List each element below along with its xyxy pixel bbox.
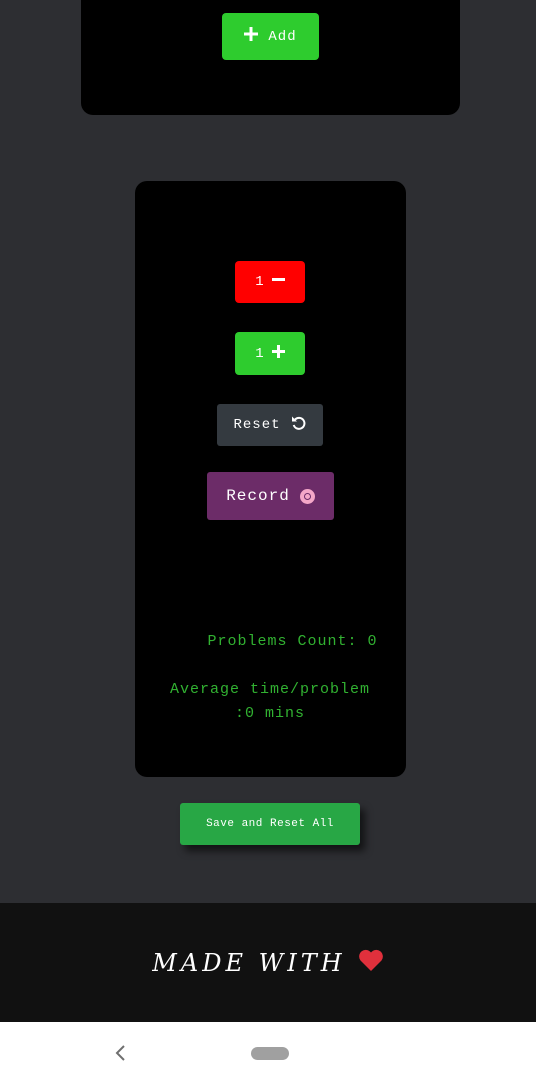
increment-button[interactable]: 1	[235, 332, 305, 375]
decrement-button[interactable]: 1	[235, 261, 305, 303]
reset-label: Reset	[233, 417, 281, 433]
plus-icon	[244, 27, 259, 46]
record-button[interactable]: Record	[207, 472, 334, 520]
add-button[interactable]: Add	[222, 13, 319, 60]
home-pill-icon[interactable]	[251, 1047, 289, 1060]
footer: MADE WITH	[0, 903, 536, 1022]
footer-text: MADE WITH	[152, 948, 346, 977]
save-and-reset-button[interactable]: Save and Reset All	[180, 803, 360, 845]
average-time-line2: :0 mins	[234, 705, 305, 722]
record-label: Record	[226, 487, 290, 505]
undo-icon	[291, 415, 307, 436]
average-time: Average time/problem :0 mins	[150, 678, 390, 726]
decrement-value: 1	[255, 274, 264, 290]
plus-icon	[271, 344, 285, 363]
increment-value: 1	[255, 345, 264, 362]
back-icon[interactable]	[111, 1042, 131, 1064]
system-nav-bar	[0, 1022, 536, 1084]
minus-icon	[271, 273, 285, 291]
average-time-line1: Average time/problem	[169, 681, 371, 698]
reset-button[interactable]: Reset	[217, 404, 323, 446]
heart-icon	[358, 949, 384, 977]
record-icon	[299, 488, 315, 504]
problems-count: Problems Count: 0	[207, 633, 378, 650]
add-label: Add	[268, 28, 297, 45]
